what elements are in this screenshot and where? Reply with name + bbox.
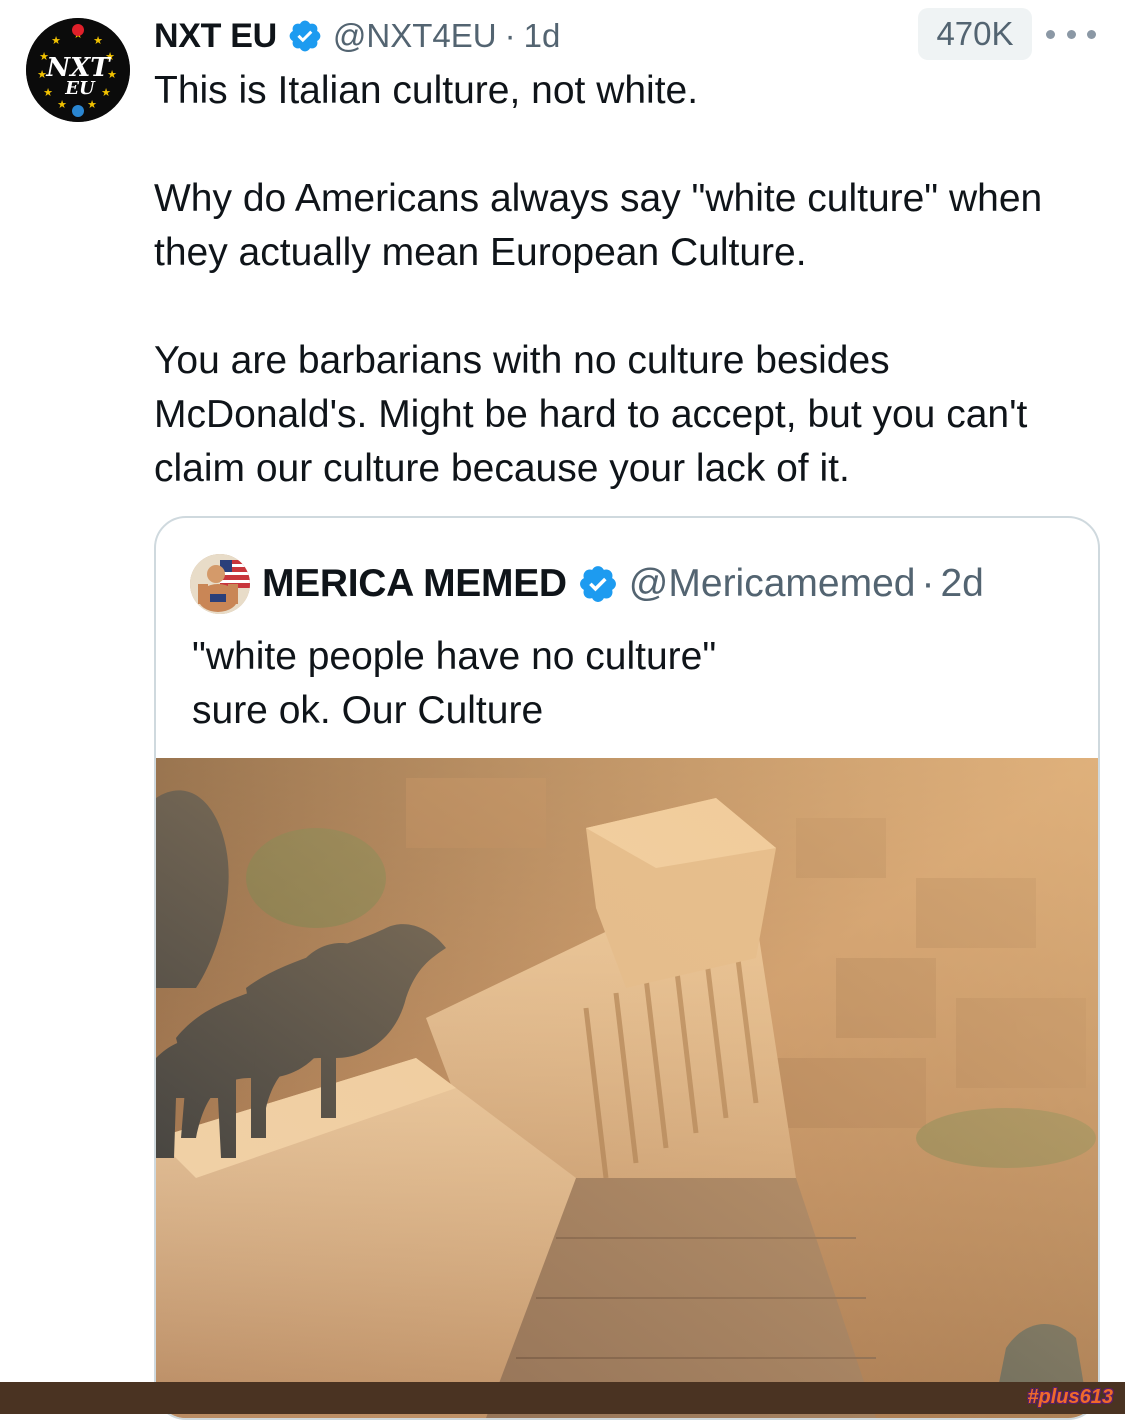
more-dot — [1087, 29, 1096, 39]
quoted-post-body: "white people have no culture" sure ok. … — [192, 630, 1072, 738]
author-handle[interactable]: @NXT4EU — [333, 17, 497, 55]
svg-text:★: ★ — [43, 86, 53, 99]
quoted-post-media[interactable] — [156, 758, 1098, 1418]
quoted-author-avatar[interactable] — [190, 554, 250, 614]
quoted-post-time[interactable]: 2d — [940, 562, 983, 606]
svg-text:★: ★ — [57, 98, 67, 111]
post-time[interactable]: 1d — [524, 17, 561, 55]
svg-text:★: ★ — [87, 98, 97, 111]
quoted-post[interactable]: MERICA MEMED @Mericamemed · 2d "white pe… — [154, 516, 1100, 1420]
separator-dot: · — [504, 17, 516, 54]
svg-text:EU: EU — [64, 78, 96, 99]
quoted-post-header: MERICA MEMED @Mericamemed · 2d — [190, 554, 984, 614]
separator-dot: · — [921, 562, 935, 605]
post-header: NXT EU @NXT4EU · 1d — [154, 12, 560, 60]
post-paragraph: This is Italian culture, not white. — [154, 69, 699, 112]
svg-text:★: ★ — [93, 34, 103, 47]
aerial-monument-image — [156, 758, 1098, 1418]
author-avatar[interactable]: ★★★ ★★★ ★★★ ★★ NXT EU — [26, 18, 130, 122]
more-options-icon[interactable] — [1046, 22, 1096, 46]
nxt-eu-logo: ★★★ ★★★ ★★★ ★★ NXT EU — [26, 18, 130, 122]
footer-bar — [0, 1382, 1125, 1414]
post-body: This is Italian culture, not white. Why … — [154, 64, 1084, 550]
quoted-avatar-image — [190, 554, 250, 614]
more-dot — [1066, 29, 1076, 39]
quoted-author-name[interactable]: MERICA MEMED — [262, 562, 567, 606]
quoted-text-line: "white people have no culture" — [192, 635, 717, 678]
watermark: #plus613 — [1027, 1386, 1113, 1408]
post-paragraph: Why do Americans always say "white cultu… — [154, 177, 1043, 274]
svg-text:★: ★ — [51, 34, 61, 47]
author-name[interactable]: NXT EU — [154, 17, 277, 56]
post-paragraph: You are barbarians with no culture besid… — [154, 339, 1028, 490]
quoted-author-handle[interactable]: @Mericamemed — [629, 562, 916, 606]
views-count[interactable]: 470K — [918, 8, 1032, 60]
svg-text:★: ★ — [101, 86, 111, 99]
verified-badge-icon — [289, 20, 321, 52]
more-dot — [1046, 29, 1055, 39]
quoted-text-line: sure ok. Our Culture — [192, 689, 544, 732]
verified-badge-icon — [579, 566, 616, 602]
